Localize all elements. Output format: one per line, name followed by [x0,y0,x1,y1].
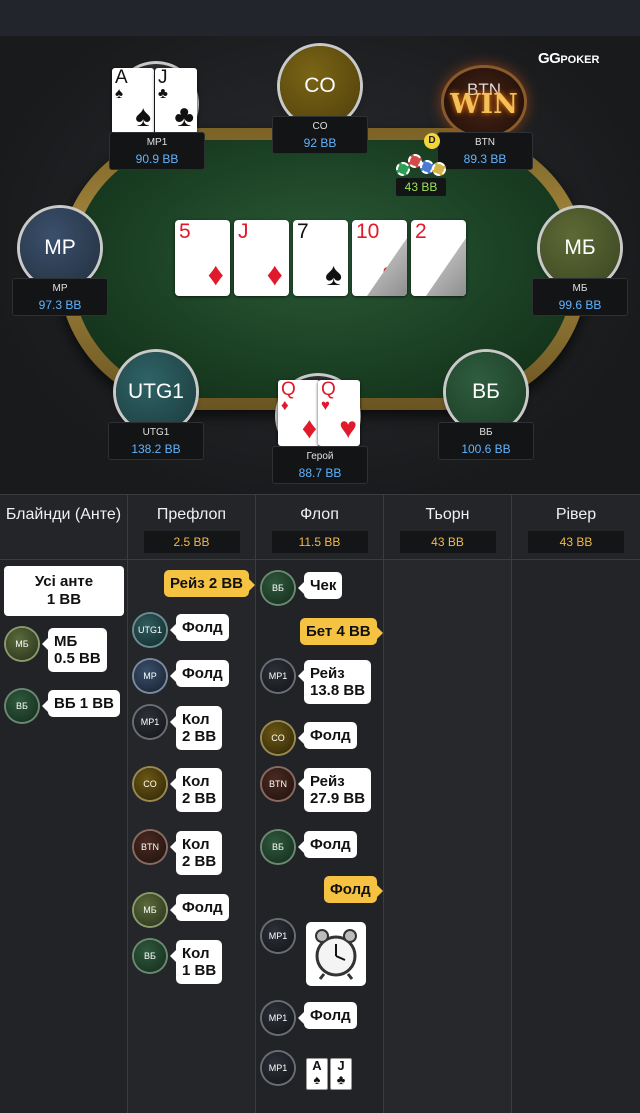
top-bar [0,0,640,36]
seat-mp-avatar[interactable]: MP [20,208,100,288]
seat-co-plate: CO 92 BB [272,116,368,154]
seat-mp-plate: MP 97.3 BB [12,278,108,316]
hero-hole-card-1: Q ♦ ♦ [278,380,320,446]
action-sb-blind: МБ МБ 0.5 BB [6,628,107,672]
ante-box: Усі анте 1 BB [4,566,124,616]
hero-fold-bubble: Фолд [324,876,383,903]
action-utg1: UTG1 Фолд [134,614,229,646]
mp1-hole-card-2: J ♣ ♣ [155,68,197,134]
shown-card-1: A ♠ [306,1058,328,1090]
flop-action-bb-check: ВБ Чек [262,572,343,604]
street-header-row: Блайнди (Анте) Префлоп 2.5 BB Флоп 11.5 BB… [0,494,640,561]
action-mp: MP Фолд [134,660,229,692]
board-card-3: 7 ♠ [293,220,348,296]
flop-action-mp1-show: MP1 [262,1052,294,1084]
action-bb-blind: ВБ ВБ 1 BB [6,690,120,722]
hand-replay-screen: { "logo": {"main": "GG", "sub": "POKER"}… [0,0,640,1113]
flop-action-co-fold: CO Фолд [262,722,357,754]
preflop-pot: 2.5 BB [143,531,240,553]
seat-sb-plate: МБ 99.6 BB [532,278,628,316]
street-preflop[interactable]: Префлоп 2.5 BB [128,495,256,561]
alarm-clock-icon [306,922,366,986]
street-blinds[interactable]: Блайнди (Анте) [0,495,128,561]
ggpoker-logo: GGPOKER [538,50,600,67]
board-card-1: 5 ♦ [175,220,230,296]
seat-sb-avatar[interactable]: МБ [540,208,620,288]
flop-action-btn-raise: BTN Рейз 27.9 BB [262,768,372,812]
street-river[interactable]: Рівер 43 BB [512,495,640,561]
flop-action-mp1-raise: MP1 Рейз 13.8 BB [262,660,372,704]
river-pot: 43 BB [528,531,624,553]
seat-bb-plate: ВБ 100.6 BB [438,422,534,460]
pot-amount: 43 BB [396,178,446,196]
seat-hero-plate: Герой 88.7 BB [272,446,368,484]
turn-pot: 43 BB [399,531,496,553]
flop-column: ВБ Чек Бет 4 BB MP1 Рейз 13.8 BB CO Фолд BTN… [256,560,384,1113]
btn-win-badge: BTN WIN [444,68,524,136]
action-bb: ВБ Кол 1 BB [134,940,223,984]
hero-hole-card-2: Q ♥ ♥ [318,380,360,446]
shown-card-2: J ♣ [330,1058,352,1090]
mp1-hole-card-1: A ♠ ♠ [112,68,154,134]
board-card-4: 10♥ [352,220,407,296]
preflop-column: Рейз 2 BB UTG1 Фолд MP Фолд MP1 Кол 2 BB CO К… [128,560,256,1113]
hero-bet-bubble: Бет 4 BB [300,618,383,645]
seat-bb-avatar[interactable]: ВБ [446,352,526,432]
action-co: CO Кол 2 BB [134,768,223,812]
board-card-2: J ♦ [234,220,289,296]
flop-action-bb-fold: ВБ Фолд [262,831,357,863]
seat-btn-plate: BTN 89.3 BB [437,132,533,170]
action-log: Усі анте 1 BB МБ МБ 0.5 BB ВБ ВБ 1 BB Рейз… [0,560,640,1113]
flop-action-mp1-fold: MP1 Фолд [262,1002,357,1034]
dealer-button-icon: D [424,133,440,149]
blinds-column: Усі анте 1 BB МБ МБ 0.5 BB ВБ ВБ 1 BB [0,560,128,1113]
board-card-5: 2♦ [411,220,466,296]
seat-utg1-plate: UTG1 138.2 BB [108,422,204,460]
action-btn: BTN Кол 2 BB [134,831,223,875]
street-flop[interactable]: Флоп 11.5 BB [256,495,384,561]
hero-raise-bubble: Рейз 2 BB [164,570,255,597]
action-sb: МБ Фолд [134,894,229,926]
flop-action-mp1-timer: MP1 [262,920,294,952]
turn-column [384,560,512,1113]
action-mp1: MP1 Кол 2 BB [134,706,223,750]
seat-mp1-plate: MP1 90.9 BB [109,132,205,170]
seat-co-avatar[interactable]: CO [280,46,360,126]
street-turn[interactable]: Тьорн 43 BB [384,495,512,561]
pot-chips-icon [394,150,446,180]
flop-pot: 11.5 BB [271,531,368,553]
seat-utg1-avatar[interactable]: UTG1 [116,352,196,432]
river-column [512,560,640,1113]
